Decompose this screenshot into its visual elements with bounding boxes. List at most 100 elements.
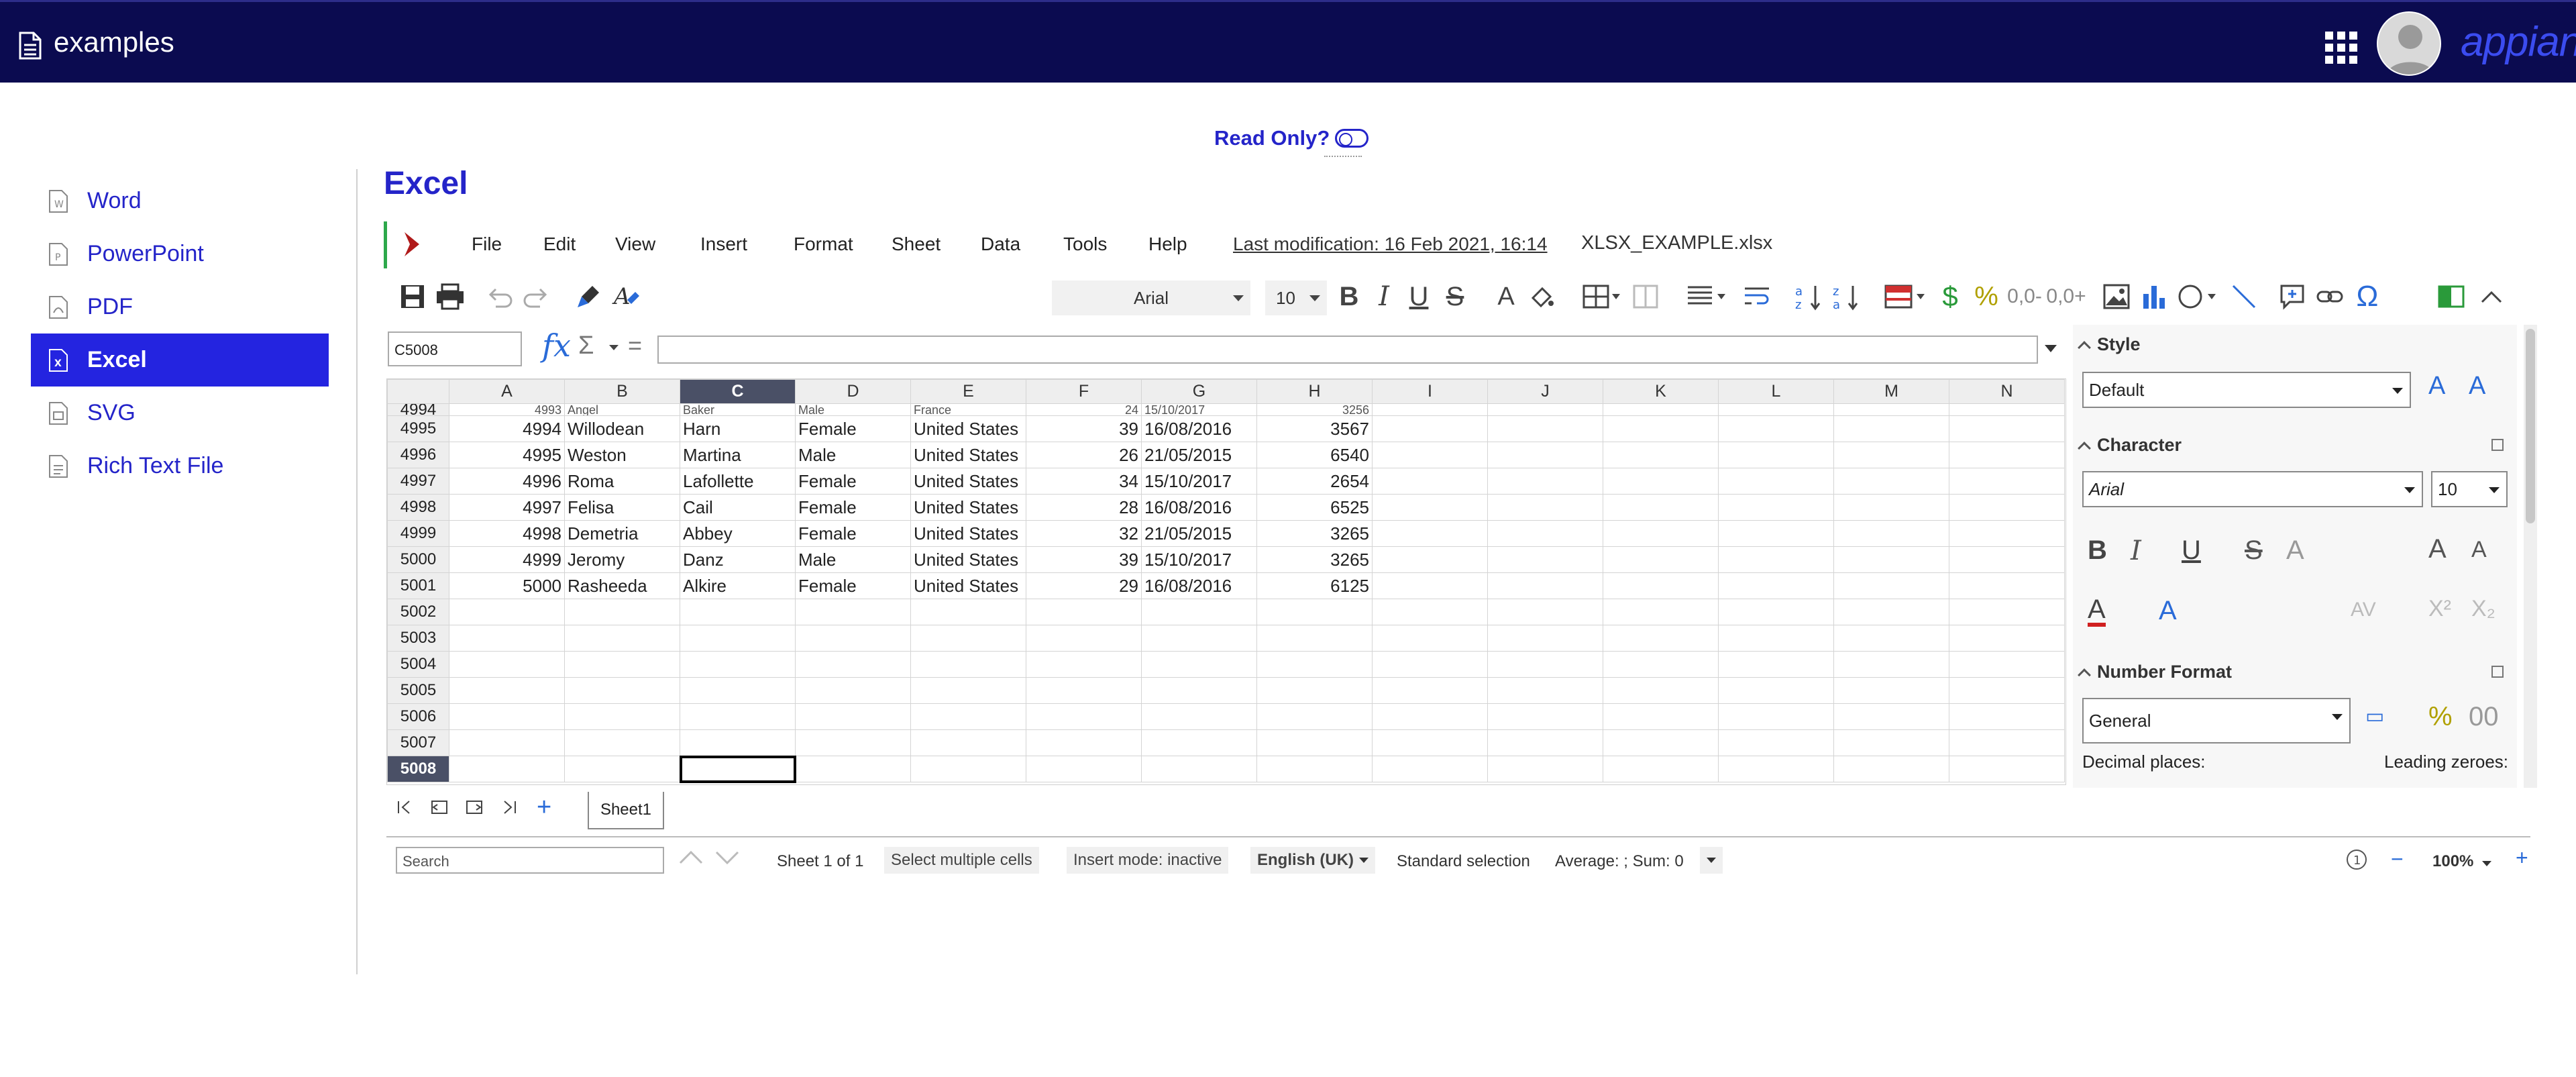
menu-data[interactable]: Data: [981, 234, 1020, 255]
cell[interactable]: [1372, 520, 1488, 547]
cell[interactable]: 4998: [449, 520, 565, 547]
insert-image-icon[interactable]: [2100, 275, 2133, 318]
cell[interactable]: [1256, 729, 1373, 756]
appian-logo[interactable]: appian: [2461, 18, 2576, 66]
cell[interactable]: [1603, 468, 1719, 495]
cell[interactable]: [1141, 677, 1257, 704]
cell[interactable]: Male: [795, 403, 911, 416]
cell[interactable]: [1487, 703, 1603, 730]
cell[interactable]: [1603, 546, 1719, 573]
font-name-select[interactable]: Arial: [1052, 280, 1250, 315]
cell[interactable]: [1141, 756, 1257, 782]
cell[interactable]: 28: [1026, 494, 1142, 521]
row-header[interactable]: 5006: [387, 703, 449, 730]
cell[interactable]: [1718, 468, 1834, 495]
row-header[interactable]: 4994: [387, 403, 449, 416]
save-icon[interactable]: [396, 275, 429, 318]
column-header[interactable]: K: [1603, 379, 1719, 404]
cell[interactable]: [1603, 520, 1719, 547]
cell[interactable]: [1833, 625, 1949, 652]
cell[interactable]: Harn: [680, 415, 796, 442]
cell[interactable]: [1487, 677, 1603, 704]
cell[interactable]: [1487, 651, 1603, 678]
shrink-font-icon[interactable]: A: [2471, 537, 2487, 563]
cell[interactable]: [1949, 703, 2065, 730]
cell[interactable]: 16/08/2016: [1141, 494, 1257, 521]
toggle-sidebar-icon[interactable]: [2435, 275, 2467, 318]
column-header[interactable]: N: [1949, 379, 2065, 404]
cell[interactable]: Rasheeda: [564, 572, 680, 599]
cell[interactable]: [1372, 494, 1488, 521]
menu-sheet[interactable]: Sheet: [892, 234, 941, 255]
style-select[interactable]: Default: [2082, 372, 2411, 408]
column-header[interactable]: L: [1718, 379, 1834, 404]
column-header[interactable]: H: [1256, 379, 1373, 404]
cell[interactable]: [1487, 520, 1603, 547]
select-all-corner[interactable]: [387, 379, 449, 404]
column-header[interactable]: E: [910, 379, 1026, 404]
cell[interactable]: United States: [910, 415, 1026, 442]
underline-icon[interactable]: U: [1402, 275, 1436, 318]
cell[interactable]: 15/10/2017: [1141, 546, 1257, 573]
row-header[interactable]: 5002: [387, 599, 449, 625]
cell[interactable]: [1949, 403, 2065, 416]
cell[interactable]: [1718, 729, 1834, 756]
cell[interactable]: 3265: [1256, 546, 1373, 573]
cell[interactable]: [1833, 415, 1949, 442]
font-color-icon[interactable]: A: [2088, 596, 2106, 627]
cell[interactable]: 29: [1026, 572, 1142, 599]
cell[interactable]: [795, 729, 911, 756]
cell[interactable]: 2654: [1256, 468, 1373, 495]
column-header[interactable]: I: [1372, 379, 1488, 404]
cell[interactable]: [1833, 403, 1949, 416]
number-format-icon[interactable]: 00: [2469, 702, 2499, 732]
zoom-level[interactable]: 100%: [2432, 852, 2492, 871]
row-header[interactable]: 4999: [387, 520, 449, 547]
cell[interactable]: [449, 599, 565, 625]
cell[interactable]: [1718, 756, 1834, 782]
cell[interactable]: [1372, 572, 1488, 599]
font-color-icon[interactable]: A: [1491, 275, 1521, 318]
cell[interactable]: [1256, 625, 1373, 652]
menu-file[interactable]: File: [472, 234, 502, 255]
cell[interactable]: [910, 677, 1026, 704]
cell[interactable]: [1603, 651, 1719, 678]
chevron-down-icon[interactable]: [609, 345, 619, 350]
summary-options-select[interactable]: [1700, 847, 1723, 874]
zoom-out-icon[interactable]: −: [2391, 847, 2404, 872]
cell[interactable]: [564, 756, 680, 782]
sidebar-item-svg[interactable]: SVG: [31, 387, 329, 440]
cell[interactable]: Lafollette: [680, 468, 796, 495]
row-header[interactable]: 5007: [387, 729, 449, 756]
row-header[interactable]: 5004: [387, 651, 449, 678]
cell[interactable]: Alkire: [680, 572, 796, 599]
first-sheet-icon[interactable]: [396, 799, 413, 821]
special-character-icon[interactable]: Ω: [2351, 275, 2384, 318]
row-header[interactable]: 4995: [387, 415, 449, 442]
cell[interactable]: [1718, 625, 1834, 652]
expand-formula-icon[interactable]: [2045, 345, 2057, 352]
cell[interactable]: [1372, 729, 1488, 756]
redo-icon[interactable]: [521, 275, 551, 318]
cell[interactable]: [1718, 520, 1834, 547]
cell[interactable]: [680, 703, 796, 730]
cell[interactable]: [1026, 625, 1142, 652]
underline-icon[interactable]: U: [2182, 535, 2201, 566]
cell[interactable]: [1718, 677, 1834, 704]
cell[interactable]: 6125: [1256, 572, 1373, 599]
search-up-icon[interactable]: [678, 847, 704, 872]
cell[interactable]: [680, 625, 796, 652]
cell[interactable]: [1026, 651, 1142, 678]
cell[interactable]: 26: [1026, 442, 1142, 468]
collapse-toolbar-icon[interactable]: [2475, 275, 2508, 318]
cell[interactable]: [1141, 599, 1257, 625]
align-icon[interactable]: [1685, 275, 1732, 318]
cell[interactable]: [1718, 403, 1834, 416]
row-header[interactable]: 5008: [387, 756, 449, 782]
row-header[interactable]: 4996: [387, 442, 449, 468]
formula-input[interactable]: [657, 336, 2038, 364]
clone-formatting-icon[interactable]: [572, 275, 605, 318]
cell[interactable]: United States: [910, 442, 1026, 468]
sidebar-item-excel[interactable]: X Excel: [31, 334, 329, 387]
row-header[interactable]: 5000: [387, 546, 449, 573]
